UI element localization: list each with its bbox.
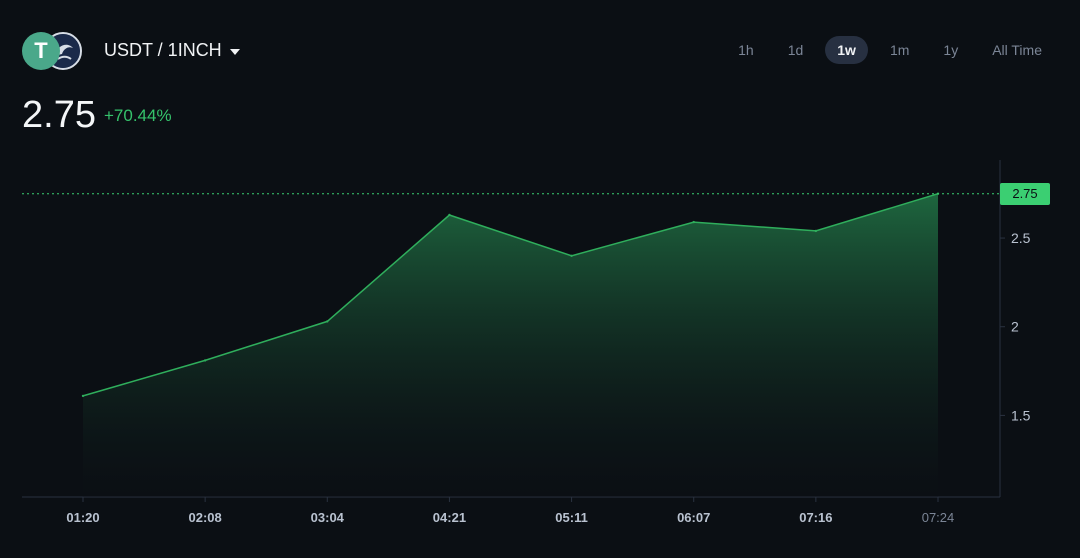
y-tick-label: 2.5 xyxy=(1011,230,1031,246)
current-price-tag: 2.75 xyxy=(1000,183,1050,205)
y-tick-label: 2 xyxy=(1011,319,1019,335)
y-tick-label: 1.5 xyxy=(1011,407,1031,423)
x-tick-label: 04:21 xyxy=(433,510,466,525)
x-tick-label: 01:20 xyxy=(66,510,99,525)
price-point xyxy=(692,220,695,224)
x-axis-ticks: 01:20 02:08 03:04 04:21 05:11 06:07 07:16 07:24 xyxy=(66,497,954,525)
price-point xyxy=(81,394,85,398)
x-tick-label: 02:08 xyxy=(189,510,222,525)
price-point xyxy=(448,213,451,217)
price-point xyxy=(570,254,573,257)
price-chart: 1.5 2 2.5 01:20 02:08 03:04 04:21 05:11 06:07 07… xyxy=(22,160,1031,525)
tether-icon-glyph: T xyxy=(34,38,48,63)
price-point xyxy=(814,229,818,233)
price-area xyxy=(83,193,938,497)
x-tick-label: 06:07 xyxy=(677,510,710,525)
x-tick-label: 05:11 xyxy=(555,510,588,525)
x-tick-label: 07:16 xyxy=(799,510,832,525)
tether-icon: T xyxy=(22,32,60,70)
pair-icons: T xyxy=(22,32,86,72)
price-point xyxy=(326,320,329,323)
x-tick-label: 07:24 xyxy=(922,510,955,525)
x-tick-label: 03:04 xyxy=(311,510,345,525)
price-point xyxy=(203,359,207,362)
y-axis-ticks: 1.5 2 2.5 xyxy=(1000,230,1031,423)
